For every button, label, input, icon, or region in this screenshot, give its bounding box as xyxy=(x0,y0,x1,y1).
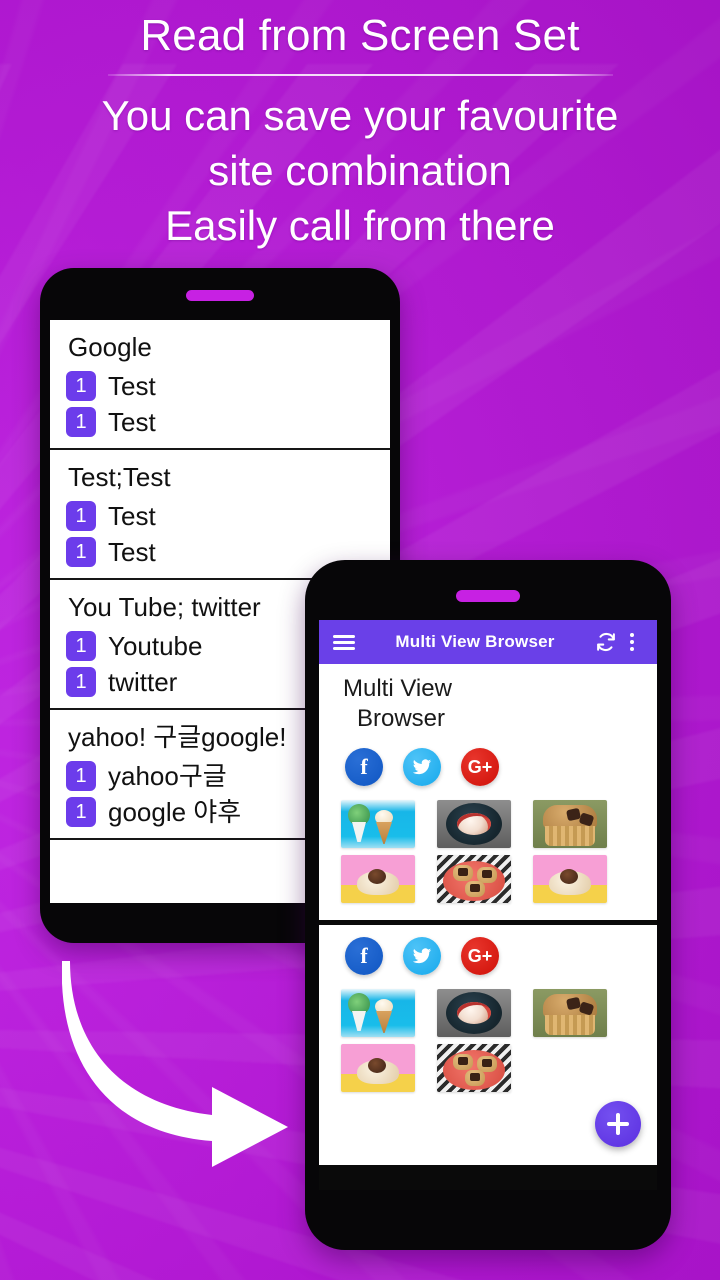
kebab-menu-icon[interactable] xyxy=(619,629,645,655)
thumbnail-row xyxy=(341,855,657,903)
page-heading-line-2: Browser xyxy=(357,705,446,732)
title-divider xyxy=(107,74,613,76)
google-plus-icon[interactable]: G+ xyxy=(461,748,499,786)
list-item-label: Test xyxy=(108,407,156,437)
page-heading: Multi View Browser xyxy=(319,664,657,736)
thumbnail-row xyxy=(341,1044,657,1092)
page-title: Read from Screen Set xyxy=(140,11,580,60)
thumbnail-ice-cream-cone[interactable] xyxy=(341,800,415,848)
phone-speaker xyxy=(186,290,254,301)
list-item[interactable]: 1 Test xyxy=(50,368,390,404)
item-index-badge: 1 xyxy=(66,667,96,697)
list-item-label: yahoo구글 xyxy=(108,761,227,791)
twitter-icon[interactable] xyxy=(403,937,441,975)
item-index-badge: 1 xyxy=(66,761,96,791)
screen-set-group[interactable]: Google 1 Test 1 Test xyxy=(50,320,390,450)
phone-mockup-right: Multi View Browser Multi View Browser f … xyxy=(305,560,671,1250)
thumbnail-muffins-red-plate[interactable] xyxy=(437,1044,511,1092)
group-title: Google xyxy=(68,332,152,362)
thumbnail-muffin-pink-yellow[interactable] xyxy=(341,1044,415,1092)
phone-right-screen: Multi View Browser Multi View Browser f … xyxy=(319,620,657,1190)
thumbnail-grid-bottom xyxy=(319,985,657,1109)
subtitle-line-1: You can save your favourite xyxy=(101,92,619,139)
item-index-badge: 1 xyxy=(66,537,96,567)
add-button-fab[interactable] xyxy=(595,1101,641,1147)
thumbnail-muffin-pink-yellow[interactable] xyxy=(341,855,415,903)
list-item-label: Youtube xyxy=(108,631,203,661)
phone-speaker xyxy=(456,590,520,602)
social-buttons-row: f G+ xyxy=(319,925,657,985)
item-index-badge: 1 xyxy=(66,371,96,401)
app-bar-title: Multi View Browser xyxy=(395,632,555,651)
list-item-label: Test xyxy=(108,537,156,567)
facebook-glyph: f xyxy=(360,943,368,968)
group-title: Test;Test xyxy=(68,462,171,492)
facebook-icon[interactable]: f xyxy=(345,937,383,975)
thumbnail-chocolate-bowl[interactable] xyxy=(437,800,511,848)
page-heading-line-1: Multi View xyxy=(343,675,452,702)
google-plus-glyph: G+ xyxy=(467,756,493,777)
item-index-badge: 1 xyxy=(66,407,96,437)
subtitle-block: You can save your favourite site combina… xyxy=(0,88,720,253)
subtitle-line-3: Easily call from there xyxy=(165,202,555,249)
subtitle-line-2: site combination xyxy=(208,147,512,194)
thumbnail-muffin-pink-yellow[interactable] xyxy=(533,855,607,903)
facebook-icon[interactable]: f xyxy=(345,748,383,786)
list-item-label: twitter xyxy=(108,667,178,697)
browser-view-top[interactable]: Multi View Browser f G+ xyxy=(319,664,657,920)
item-index-badge: 1 xyxy=(66,797,96,827)
twitter-icon[interactable] xyxy=(403,748,441,786)
refresh-icon[interactable] xyxy=(593,629,619,655)
thumbnail-row xyxy=(341,800,657,848)
social-buttons-row: f G+ xyxy=(319,736,657,796)
item-index-badge: 1 xyxy=(66,631,96,661)
thumbnail-chocolate-chunk-muffin[interactable] xyxy=(533,800,607,848)
list-item-label: Test xyxy=(108,371,156,401)
browser-view-bottom[interactable]: f G+ xyxy=(319,925,657,1165)
thumbnail-chocolate-bowl[interactable] xyxy=(437,989,511,1037)
hamburger-icon[interactable] xyxy=(331,629,357,655)
list-item[interactable]: 1 Test xyxy=(50,404,390,440)
thumbnail-chocolate-chunk-muffin[interactable] xyxy=(533,989,607,1037)
curved-arrow-icon xyxy=(61,955,312,1170)
thumbnail-muffins-red-plate[interactable] xyxy=(437,855,511,903)
list-item-label: google 야후 xyxy=(108,797,242,827)
item-index-badge: 1 xyxy=(66,501,96,531)
thumbnail-row xyxy=(341,989,657,1037)
twitter-bird-glyph xyxy=(412,948,432,964)
app-bar: Multi View Browser xyxy=(319,620,657,664)
list-item[interactable]: 1 Test xyxy=(50,498,390,534)
facebook-glyph: f xyxy=(360,754,368,779)
headline-block: Read from Screen Set You can save your f… xyxy=(0,8,720,253)
google-plus-glyph: G+ xyxy=(467,945,493,966)
google-plus-icon[interactable]: G+ xyxy=(461,937,499,975)
thumbnail-grid-top xyxy=(319,796,657,920)
twitter-bird-glyph xyxy=(412,759,432,775)
list-item-label: Test xyxy=(108,501,156,531)
thumbnail-ice-cream-cone[interactable] xyxy=(341,989,415,1037)
